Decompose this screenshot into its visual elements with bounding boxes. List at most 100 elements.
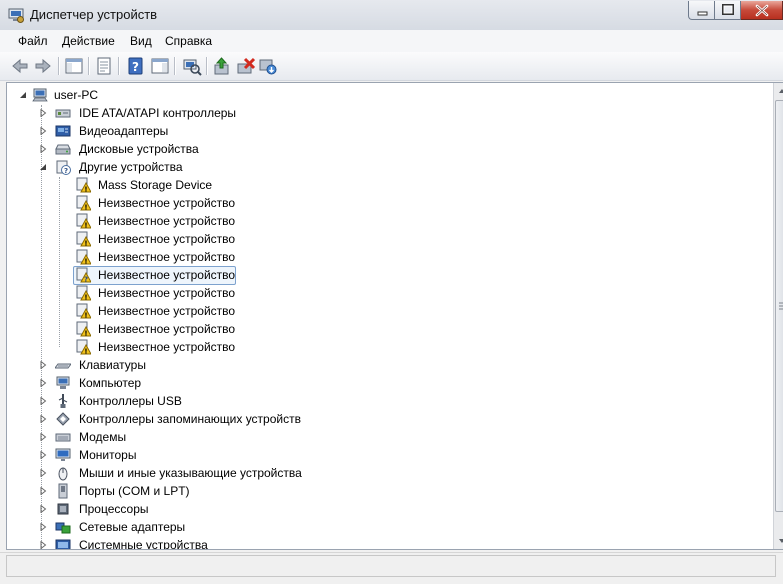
menu-view[interactable]: Вид: [130, 34, 152, 48]
expand-arrow-icon[interactable]: [39, 451, 47, 459]
scan-hardware-icon: [183, 59, 202, 76]
tree-category[interactable]: Контроллеры USB: [39, 392, 359, 410]
scroll-grip-icon: [779, 302, 783, 310]
properties-button[interactable]: [94, 56, 114, 76]
scroll-up-arrow-icon[interactable]: [774, 83, 783, 99]
tree-category[interactable]: Мыши и иные указывающие устройства: [39, 464, 359, 482]
warning-device-icon: !: [76, 213, 91, 229]
expand-arrow-icon[interactable]: [39, 415, 47, 423]
show-hide-console-tree-button[interactable]: [64, 56, 84, 76]
expand-arrow-icon[interactable]: [39, 541, 47, 549]
svg-text:!: !: [84, 240, 87, 248]
toolbar-separator: [118, 57, 120, 75]
modem-icon: [55, 433, 71, 442]
device-tree[interactable]: user-PC IDE ATA/ATAPI контроллеры Видеоа…: [7, 83, 767, 549]
collapse-arrow-icon[interactable]: [39, 163, 47, 171]
tree-device-item[interactable]: ! Неизвестное устройство: [59, 320, 259, 338]
forward-button[interactable]: [33, 56, 53, 76]
expand-arrow-icon[interactable]: [39, 145, 47, 153]
toolbar-separator: [174, 57, 176, 75]
expand-arrow-icon[interactable]: [39, 397, 47, 405]
device-manager-window: Диспетчер устройств Файл Действие Вид Сп…: [0, 0, 783, 584]
tree-category[interactable]: IDE ATA/ATAPI контроллеры: [39, 104, 359, 122]
help-icon: ?: [128, 57, 143, 75]
tree-device-item[interactable]: ! Неизвестное устройство: [59, 194, 259, 212]
tree-category[interactable]: Мониторы: [39, 446, 359, 464]
update-driver-icon: [214, 57, 229, 75]
tree-category-label: Компьютер: [79, 376, 142, 390]
usb-icon: [58, 394, 68, 408]
disable-button[interactable]: [258, 56, 278, 76]
tree-category-label: Видеоадаптеры: [79, 124, 169, 138]
tree-device-item[interactable]: ! Неизвестное устройство: [59, 248, 259, 266]
tree-device-item[interactable]: ! Неизвестное устройство: [59, 302, 259, 320]
menu-action[interactable]: Действие: [62, 34, 115, 48]
tree-device-item[interactable]: ! Неизвестное устройство: [59, 338, 259, 356]
tree-category[interactable]: Видеоадаптеры: [39, 122, 359, 140]
tree-device-item[interactable]: ! Неизвестное устройство: [59, 212, 259, 230]
computer-icon: [56, 376, 70, 389]
tree-category-label: IDE ATA/ATAPI контроллеры: [79, 106, 237, 120]
tree-category[interactable]: Модемы: [39, 428, 359, 446]
maximize-button[interactable]: [715, 1, 741, 20]
expand-arrow-icon[interactable]: [39, 379, 47, 387]
svg-text:!: !: [84, 204, 87, 212]
tree-category[interactable]: Сетевые адаптеры: [39, 518, 359, 536]
tree-category[interactable]: Процессоры: [39, 500, 359, 518]
tree-category[interactable]: Клавиатуры: [39, 356, 359, 374]
menu-file[interactable]: Файл: [18, 34, 48, 48]
tree-category-label: Модемы: [79, 430, 127, 444]
tree-device-item[interactable]: ! Mass Storage Device: [59, 176, 259, 194]
collapse-arrow-icon[interactable]: [19, 91, 27, 99]
tree-category[interactable]: Дисковые устройства: [39, 140, 359, 158]
tree-device-label: Неизвестное устройство: [98, 286, 236, 300]
computer-icon: [32, 88, 48, 102]
svg-text:?: ?: [132, 60, 139, 74]
expand-arrow-icon[interactable]: [39, 109, 47, 117]
tree-category[interactable]: Компьютер: [39, 374, 359, 392]
tree-category[interactable]: ? Другие устройства: [39, 158, 359, 176]
close-button[interactable]: [741, 1, 783, 20]
expand-arrow-icon[interactable]: [39, 127, 47, 135]
menu-bar: Файл Действие Вид Справка: [0, 30, 783, 52]
back-button[interactable]: [10, 56, 30, 76]
warning-device-icon: !: [76, 303, 91, 319]
minimize-button[interactable]: [688, 1, 715, 20]
scrollbar-thumb[interactable]: [775, 100, 783, 512]
tree-device-item[interactable]: ! Неизвестное устройство: [59, 230, 259, 248]
expand-arrow-icon[interactable]: [39, 505, 47, 513]
expand-arrow-icon[interactable]: [39, 523, 47, 531]
title-bar[interactable]: Диспетчер устройств: [0, 0, 783, 31]
help-button[interactable]: ?: [126, 56, 146, 76]
menu-help[interactable]: Справка: [165, 34, 212, 48]
scroll-down-arrow-icon[interactable]: [774, 533, 783, 549]
tree-root-user-pc[interactable]: user-PC: [19, 86, 139, 104]
warning-device-icon: !: [76, 249, 91, 265]
svg-text:!: !: [84, 294, 87, 302]
toolbar-separator: [58, 57, 60, 75]
tree-category[interactable]: Контроллеры запоминающих устройств: [39, 410, 359, 428]
vertical-scrollbar[interactable]: [773, 83, 783, 549]
svg-text:!: !: [84, 186, 87, 194]
expand-arrow-icon[interactable]: [39, 361, 47, 369]
update-driver-button[interactable]: [212, 56, 232, 76]
tree-device-label: Неизвестное устройство: [98, 232, 236, 246]
expand-arrow-icon[interactable]: [39, 433, 47, 441]
action-pane-icon: [151, 58, 169, 74]
expand-arrow-icon[interactable]: [39, 469, 47, 477]
tree-device-label: Неизвестное устройство: [98, 268, 236, 282]
expand-arrow-icon[interactable]: [39, 487, 47, 495]
tree-device-item[interactable]: ! Неизвестное устройство: [59, 284, 259, 302]
tree-category[interactable]: Системные устройства: [39, 536, 359, 549]
minimize-icon: [697, 11, 708, 16]
tree-device-label: Неизвестное устройство: [98, 196, 236, 210]
properties-icon: [97, 57, 111, 75]
tree-category-label: Дисковые устройства: [79, 142, 199, 156]
warning-device-icon: !: [76, 231, 91, 248]
uninstall-button[interactable]: [236, 56, 256, 76]
scan-hardware-button[interactable]: [182, 56, 202, 76]
device-tree-pane[interactable]: user-PC IDE ATA/ATAPI контроллеры Видеоа…: [6, 82, 783, 550]
tree-device-item[interactable]: ? Неизвестное устройство: [59, 266, 259, 284]
show-action-pane-button[interactable]: [150, 56, 170, 76]
tree-category[interactable]: Порты (COM и LPT): [39, 482, 359, 500]
